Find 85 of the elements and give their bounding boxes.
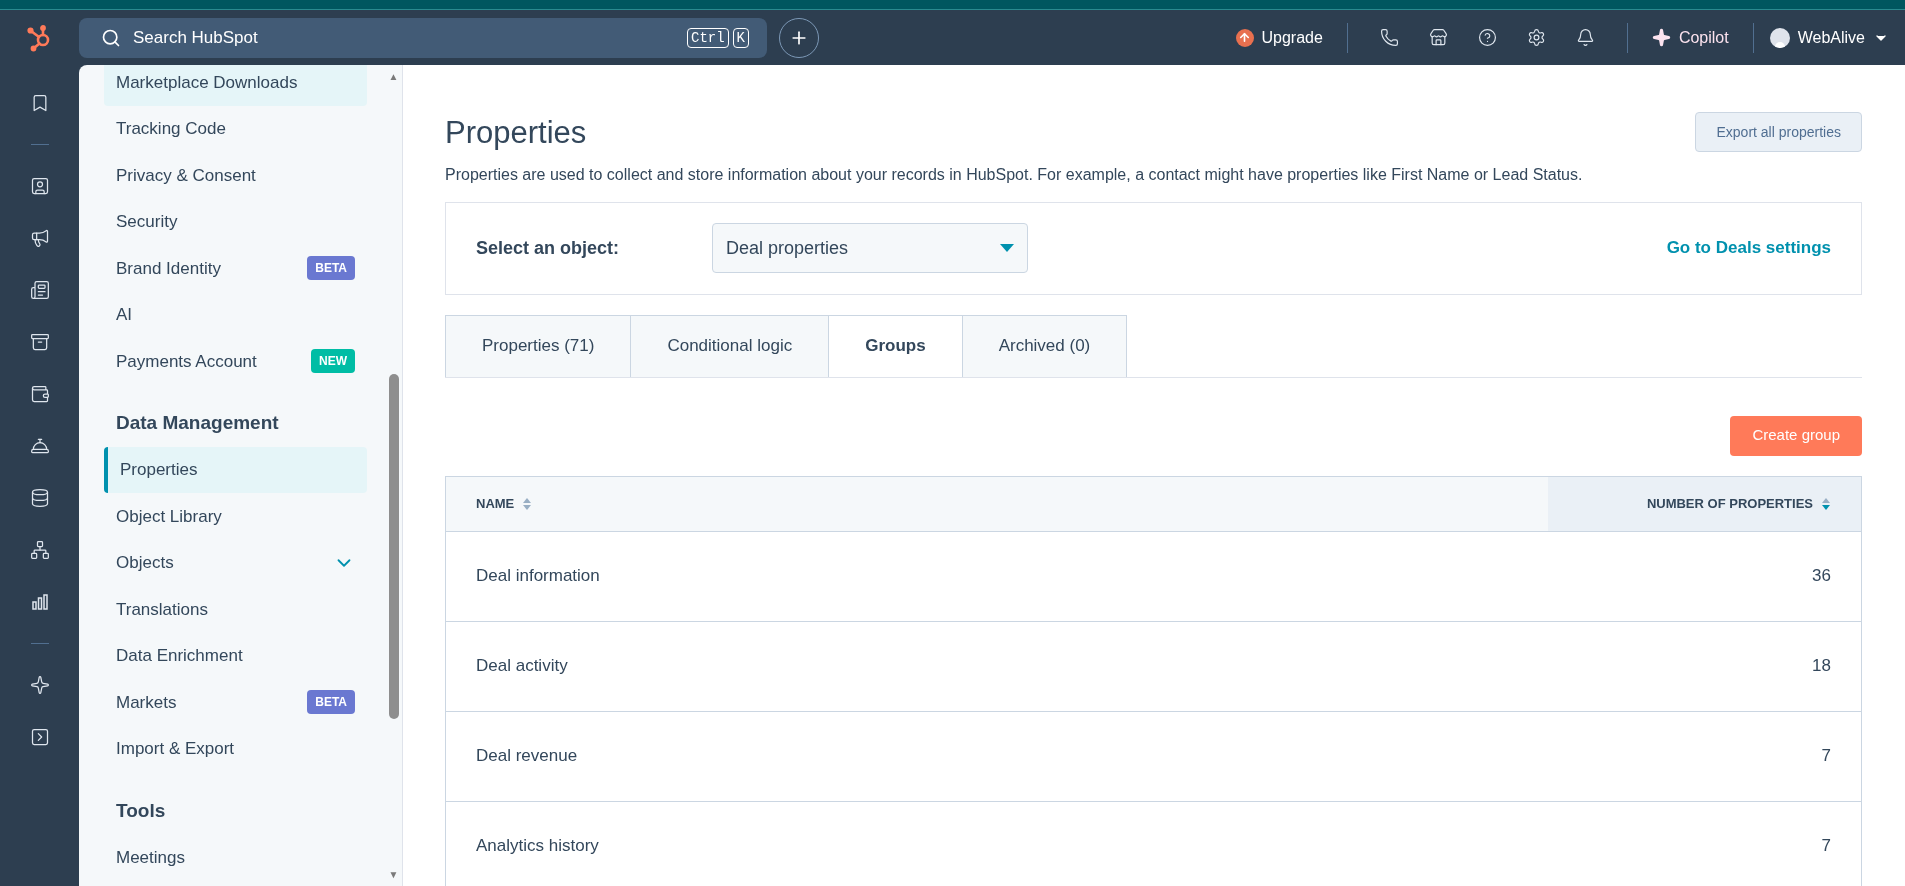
section-heading: Tools xyxy=(115,798,167,823)
item-label: Meetings xyxy=(116,846,185,869)
table-cell-text: 36 xyxy=(1812,565,1831,588)
sort-icon[interactable] xyxy=(1821,496,1831,511)
table-cell-text: Deal activity xyxy=(476,655,569,678)
item-label: Objects xyxy=(116,552,174,574)
table-cell-text: Deal information xyxy=(476,565,601,588)
sidebar-item[interactable]: Properties xyxy=(104,446,367,493)
status-tag: BETA xyxy=(307,690,355,715)
sidebar-item[interactable]: Import & Export xyxy=(104,725,367,772)
table-cell-text: 18 xyxy=(1812,655,1831,678)
tab[interactable]: Conditional logic xyxy=(631,314,830,377)
deals-settings-link[interactable]: Go to Deals settings xyxy=(1666,235,1831,261)
copilot-button[interactable]: Copilot xyxy=(1643,25,1737,50)
export-button[interactable]: Export all properties xyxy=(1695,112,1862,152)
newspaper-icon[interactable] xyxy=(29,280,50,300)
megaphone-icon[interactable] xyxy=(29,228,50,248)
page-title: Properties xyxy=(445,114,587,152)
item-label: Security xyxy=(116,211,178,233)
scrollbar-thumb[interactable] xyxy=(388,374,399,719)
network-icon[interactable] xyxy=(29,540,50,560)
item-label: Import & Export xyxy=(116,738,235,760)
table-cell-text: Analytics history xyxy=(476,835,600,858)
phone-icon[interactable] xyxy=(1379,28,1399,47)
sidebar-item[interactable]: Tracking Code xyxy=(104,105,367,152)
scroll-up-arrow[interactable]: ▲ xyxy=(388,69,399,84)
section-heading: Data Management xyxy=(115,411,280,436)
status-tag: NEW xyxy=(311,349,355,374)
column-header[interactable]: NAME xyxy=(446,476,1548,531)
shortcut-key: Ctrl xyxy=(687,27,729,48)
notifications-icon[interactable] xyxy=(1575,28,1595,47)
tray-icon[interactable] xyxy=(29,332,50,352)
upgrade-button[interactable]: Upgrade xyxy=(1227,25,1331,50)
sidebar-item[interactable]: Markets BETA xyxy=(104,679,367,726)
help-icon[interactable] xyxy=(1477,28,1497,47)
caret-icon xyxy=(1000,244,1014,252)
item-label: Object Library xyxy=(116,505,222,528)
sidebar-item[interactable]: Security xyxy=(104,198,367,245)
table-cell-text: Deal revenue xyxy=(476,745,579,768)
sidebar-item[interactable]: Data Enrichment xyxy=(104,632,367,679)
avatar-icon xyxy=(1769,27,1790,48)
tab[interactable]: Groups xyxy=(829,314,963,377)
tab[interactable]: Archived (0) xyxy=(962,314,1128,377)
sidebar-item[interactable]: Privacy & Consent xyxy=(104,152,367,199)
sidebar-item[interactable]: Marketplace Downloads xyxy=(104,65,367,106)
sidebar-item[interactable]: Objects xyxy=(104,539,367,586)
store-icon[interactable] xyxy=(1428,28,1448,47)
item-label: Translations xyxy=(116,598,208,621)
sidebar-item[interactable]: Translations xyxy=(104,586,367,633)
item-label: Marketplace Downloads xyxy=(116,71,298,94)
account-menu[interactable]: WebAlive xyxy=(1769,25,1889,50)
settings-icon[interactable] xyxy=(1526,28,1546,47)
status-tag: BETA xyxy=(307,256,355,281)
select-label: Select an object: xyxy=(476,236,621,260)
item-label: Data Enrichment xyxy=(116,645,243,667)
sidebar-item[interactable]: Object Library xyxy=(104,493,367,540)
sparkle-icon[interactable] xyxy=(29,675,50,695)
wallet-icon[interactable] xyxy=(29,384,50,404)
tab[interactable]: Properties (71) xyxy=(445,314,632,377)
item-label: Payments Account xyxy=(116,350,257,373)
object-dropdown[interactable]: Deal properties xyxy=(712,223,1028,273)
item-label: Tracking Code xyxy=(116,118,226,140)
sidebar-item[interactable]: Brand Identity BETA xyxy=(104,245,367,292)
item-label: Brand Identity xyxy=(116,257,221,280)
table-cell-text: 7 xyxy=(1821,745,1831,768)
sidebar-item[interactable]: Payments Account NEW xyxy=(104,338,367,385)
scroll-down-arrow[interactable]: ▼ xyxy=(388,867,399,882)
page-description: Properties are used to collect and store information about your records in HubSpot. For example, a contact might have properties like First Name or Lead Status. xyxy=(445,164,1584,185)
item-label: Privacy & Consent xyxy=(116,164,256,187)
upgrade-icon xyxy=(1235,28,1254,47)
bell-icon[interactable] xyxy=(29,436,50,456)
sidebar-item[interactable]: AI xyxy=(104,291,367,338)
shortcut-key: K xyxy=(732,27,749,48)
item-label: Markets xyxy=(116,691,177,714)
expand-icon[interactable] xyxy=(29,727,50,747)
item-label: Properties xyxy=(120,459,198,481)
search-icon xyxy=(101,27,121,48)
sparkle-icon xyxy=(1651,28,1671,47)
database-icon[interactable] xyxy=(29,488,50,508)
item-label: AI xyxy=(116,304,133,326)
bar-chart-icon[interactable] xyxy=(29,592,50,612)
column-header[interactable]: NUMBER OF PROPERTIES xyxy=(1548,476,1861,531)
table-cell-text: 7 xyxy=(1821,835,1831,858)
sidebar-item[interactable]: Meetings xyxy=(104,834,367,881)
contact-card-icon[interactable] xyxy=(29,176,50,196)
